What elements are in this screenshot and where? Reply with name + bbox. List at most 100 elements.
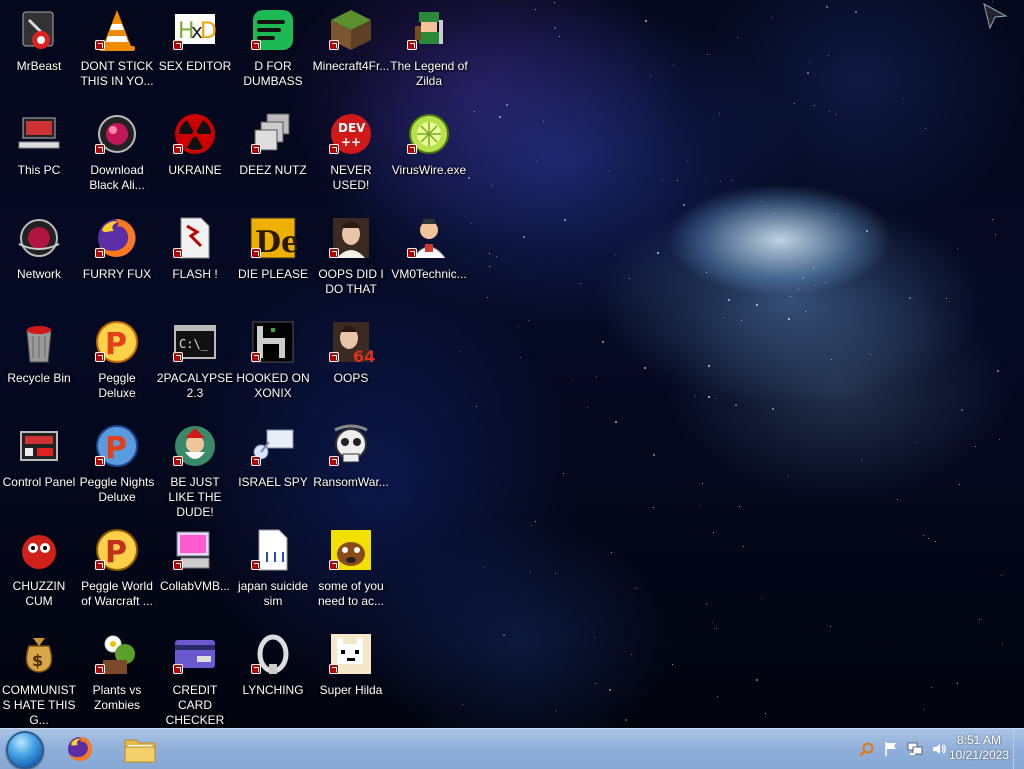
desktop-icon[interactable]: FLASH ! [156, 214, 234, 282]
shortcut-arrow-icon [95, 352, 105, 362]
show-desktop-button[interactable] [1013, 729, 1024, 769]
desktop-icon[interactable]: Download Black Ali... [78, 110, 156, 193]
desktop-icon[interactable]: Recycle Bin [0, 318, 78, 386]
desktop-icon-label: CHUZZIN CUM [12, 579, 66, 608]
desktop-icon-label: Super Hilda [319, 683, 383, 697]
star [994, 233, 996, 235]
star [631, 653, 633, 655]
desktop-icon[interactable]: Hx D SEX EDITOR [156, 6, 234, 74]
desktop-icon[interactable]: BE JUST LIKE THE DUDE! [156, 422, 234, 520]
desktop-icon[interactable]: some of you need to ac... [312, 526, 390, 609]
desktop-icon-label: Peggle Deluxe [98, 371, 136, 400]
desktop-icon[interactable]: Super Hilda [312, 630, 390, 698]
desktop-icon[interactable]: 64 OOPS [312, 318, 390, 386]
tray-volume[interactable] [930, 740, 948, 758]
desktop-icon[interactable]: $ COMMUNISTS HATE THIS G... [0, 630, 78, 728]
desktop-icon-label: Download Black Ali... [89, 163, 145, 192]
desktop-icon-label: 2PACALYPSE 2.3 [156, 371, 234, 400]
shortcut-arrow-icon [407, 248, 417, 258]
tray-network[interactable] [906, 740, 924, 758]
desktop-icon[interactable]: P Peggle World of Warcraft ... [78, 526, 156, 609]
star [814, 105, 816, 107]
star [806, 71, 809, 74]
desktop-icon[interactable]: De DIE PLEASE [234, 214, 312, 282]
desktop-icon[interactable]: Minecraft4Fr... [312, 6, 390, 74]
star [957, 248, 959, 250]
star [661, 180, 663, 182]
desktop-icon[interactable]: Network [0, 214, 78, 282]
desktop-icon[interactable]: ISRAEL SPY [234, 422, 312, 490]
shortcut-arrow-icon [95, 40, 105, 50]
star [708, 395, 711, 398]
network-orb-icon [15, 214, 63, 262]
recycle-bin-icon [15, 318, 63, 366]
star [719, 112, 721, 114]
star [702, 482, 704, 484]
desktop-icon[interactable]: UKRAINE [156, 110, 234, 178]
svg-text:P: P [105, 327, 127, 362]
folder-icon [124, 739, 156, 763]
desktop-icon[interactable]: CollabVMB... [156, 526, 234, 594]
desktop-icon[interactable]: DEV ++ NEVER USED! [312, 110, 390, 193]
star [731, 180, 733, 182]
desktop-icon[interactable]: CREDIT CARD CHECKER [156, 630, 234, 728]
star [790, 295, 792, 297]
desktop-icon[interactable]: The Legend of Zilda [390, 6, 468, 89]
terminal-icon: C:\_ [171, 318, 219, 366]
desktop-icon[interactable]: CHUZZIN CUM [0, 526, 78, 609]
shortcut-arrow-icon [95, 560, 105, 570]
taskbar-firefox-button[interactable] [62, 733, 98, 765]
noose-icon [249, 630, 297, 678]
star [486, 296, 488, 298]
desktop-icon[interactable]: OOPS DID I DO THAT [312, 214, 390, 297]
taskbar-file-explorer-button[interactable] [122, 733, 158, 765]
start-button[interactable] [6, 731, 44, 769]
desktop-icon[interactable]: Plants vs Zombies [78, 630, 156, 713]
desktop-icon[interactable]: DEEZ NUTZ [234, 110, 312, 178]
star [677, 179, 679, 181]
control-panel-icon [15, 422, 63, 470]
desktop-icon[interactable]: VM0Technic... [390, 214, 468, 282]
desktop-icon-label: HOOKED ON XONIX [236, 371, 310, 400]
svg-text:P: P [105, 431, 127, 466]
desktop-icon-label: DIE PLEASE [237, 267, 309, 281]
svg-text:P: P [105, 535, 127, 570]
star [645, 19, 648, 22]
desktop-icon[interactable]: P Peggle Deluxe [78, 318, 156, 401]
limewire-icon [405, 110, 453, 158]
shortcut-arrow-icon [251, 664, 261, 674]
desktop-icon[interactable]: C:\_ 2PACALYPSE 2.3 [156, 318, 234, 401]
star [924, 708, 926, 710]
tray-action-center[interactable] [882, 740, 900, 758]
desktop-icon[interactable]: japan suicide sim [234, 526, 312, 609]
star [828, 55, 830, 57]
desktop-icon[interactable]: LYNCHING [234, 630, 312, 698]
desktop-icon[interactable]: This PC [0, 110, 78, 178]
shortcut-arrow-icon [173, 352, 183, 362]
star [650, 75, 652, 77]
star [854, 10, 857, 13]
desktop-icon[interactable]: MrBeast [0, 6, 78, 74]
desktop-icon[interactable]: VirusWire.exe [390, 110, 468, 178]
taskbar-clock[interactable]: 8:51 AM 10/21/2023 [948, 733, 1010, 763]
desktop-icon[interactable]: HOOKED ON XONIX [234, 318, 312, 401]
star [975, 445, 977, 447]
desktop-icon[interactable]: FURRY FUX [78, 214, 156, 282]
desktop-icon[interactable]: RansomWar... [312, 422, 390, 490]
red-orb-icon [93, 110, 141, 158]
search-icon [859, 742, 874, 757]
desktop-icon[interactable]: D FOR DUMBASS [234, 6, 312, 89]
star [916, 442, 918, 444]
desktop-icon[interactable]: Control Panel [0, 422, 78, 490]
desktop-icon[interactable]: P Peggle Nights Deluxe [78, 422, 156, 505]
star [705, 603, 707, 605]
desktop-icon[interactable]: DONT STICK THIS IN YO... [78, 6, 156, 89]
star [534, 9, 536, 11]
chuzzle-icon [15, 526, 63, 574]
tray-search[interactable] [858, 740, 876, 758]
star [826, 5, 829, 8]
star [736, 37, 738, 39]
star [686, 160, 688, 162]
shortcut-arrow-icon [173, 456, 183, 466]
star [715, 628, 717, 630]
